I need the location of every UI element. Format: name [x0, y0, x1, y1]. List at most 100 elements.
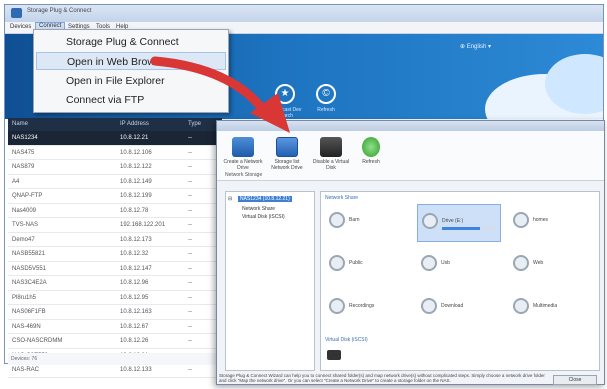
cell-type: -- — [188, 309, 192, 315]
cell-name: Pl8ru1h5 — [12, 294, 37, 301]
table-row[interactable]: NASD5V551 10.8.12.147 -- — [8, 262, 222, 276]
folder-item[interactable]: Recordings — [325, 290, 409, 328]
refresh-icon — [362, 137, 380, 157]
folder-item[interactable]: Drive (E:) — [417, 204, 501, 242]
folder-item[interactable]: Download — [417, 290, 501, 328]
column-header[interactable]: Name — [12, 121, 28, 127]
folder-item[interactable]: Usb — [417, 247, 501, 285]
table-row[interactable]: CSO-NASCRDMM 10.8.12.26 -- — [8, 334, 222, 349]
cell-ip: 10.8.12.95 — [120, 294, 149, 301]
cell-name: NAS-469N — [12, 323, 41, 330]
cell-type: -- — [188, 236, 192, 243]
cell-name: QNAP-FTP — [12, 193, 43, 199]
menu-item-storage-plug-connect[interactable]: Storage Plug & Connect — [36, 33, 226, 51]
cell-name: NASD5V551 — [12, 265, 47, 272]
folder-icon — [513, 255, 529, 271]
tree-node-root[interactable]: NAS1234 (10.8.12.21) — [238, 196, 292, 202]
table-row[interactable]: NAS475 10.8.12.106 -- — [8, 146, 222, 160]
folder-icon — [422, 213, 438, 229]
create-drive-button[interactable]: Create a Network Drive — [223, 137, 263, 171]
cell-type: -- — [188, 265, 192, 272]
tree-node-share[interactable]: Network Share — [242, 206, 275, 212]
disable-disk-button[interactable]: Disable a Virtual Disk — [311, 137, 351, 171]
tree-expander-icon[interactable]: ⊟ — [228, 196, 232, 202]
table-row[interactable]: TVS-NAS 192.168.122.201 -- — [8, 218, 222, 233]
language-label: English — [466, 44, 487, 50]
cell-ip: 10.8.12.78 — [120, 207, 149, 214]
cell-ip: 10.8.12.122 — [120, 164, 152, 170]
cell-name: NAS879 — [12, 164, 35, 170]
folder-name: Public — [349, 260, 363, 266]
cell-ip: 10.8.12.32 — [120, 251, 149, 257]
cell-name: NAS-RAC — [12, 367, 40, 373]
table-row[interactable]: QNAP-FTP 10.8.12.199 -- — [8, 189, 222, 204]
column-header[interactable]: IP Address — [120, 121, 149, 127]
cell-type: -- — [188, 178, 192, 185]
storage-list-button[interactable]: Storage list Network Drive — [267, 137, 307, 171]
cell-type: -- — [188, 207, 192, 214]
folder-item[interactable]: Multimedia — [509, 290, 593, 328]
cell-ip: 10.8.12.147 — [120, 265, 152, 272]
cell-type: -- — [188, 251, 192, 257]
table-row[interactable]: Pl8ru1h5 10.8.12.95 -- — [8, 291, 222, 305]
cell-ip: 10.8.12.67 — [120, 323, 149, 330]
folder-name: Download — [441, 303, 464, 309]
cell-ip: 192.168.122.201 — [120, 222, 166, 228]
folder-item[interactable]: homes — [509, 204, 593, 242]
tree-node-iscsi[interactable]: Virtual Disk (iSCSI) — [242, 214, 285, 220]
cell-type: -- — [188, 294, 192, 301]
toolbar-group-label: Network Storage — [225, 172, 263, 178]
folder-icon — [421, 298, 437, 314]
cell-type: -- — [188, 149, 192, 156]
cell-ip: 10.8.12.133 — [120, 367, 152, 373]
cell-ip: 10.8.12.106 — [120, 149, 152, 156]
folder-name: Web — [533, 260, 544, 266]
iscsi-disk-icon[interactable] — [327, 350, 341, 360]
table-row[interactable]: NAS-RAC 10.8.12.133 -- — [8, 363, 222, 378]
folder-item[interactable]: Barn — [325, 204, 409, 242]
cell-ip: 10.8.12.199 — [120, 193, 152, 199]
toolbar-label: Create a Network Drive — [223, 159, 263, 171]
cell-name: NAS475 — [12, 149, 35, 156]
close-button[interactable]: Close — [553, 375, 597, 385]
folder-name: Drive (E:) — [442, 218, 464, 224]
cell-name: Demo47 — [12, 236, 35, 243]
folder-item[interactable]: Web — [509, 247, 593, 285]
table-row[interactable]: NAS-469N 10.8.12.67 -- — [8, 320, 222, 334]
table-row[interactable]: NAS06F1FB 10.8.12.163 -- — [8, 305, 222, 320]
cell-ip: 10.8.12.21 — [120, 135, 149, 141]
cell-type: -- — [188, 135, 192, 141]
cell-type: -- — [188, 222, 192, 228]
cell-type: -- — [188, 367, 192, 373]
table-row[interactable]: Nas4009 10.8.12.78 -- — [8, 204, 222, 218]
storage-dialog: Create a Network Drive Storage list Netw… — [216, 120, 605, 385]
cell-type: -- — [188, 338, 192, 344]
arrow-shaft — [150, 56, 273, 122]
group-label: Network Share — [325, 195, 359, 201]
folder-icon — [513, 298, 529, 314]
language-selector[interactable]: ⊕ English ▾ — [460, 43, 491, 50]
folder-item[interactable]: Public — [325, 247, 409, 285]
window-title: Storage Plug & Connect — [27, 8, 92, 14]
folder-view: Network Share Barn Drive (E:) homes Public U… — [320, 191, 600, 371]
cell-name: CSO-NASCRDMM — [12, 338, 63, 344]
cell-name: NAS06F1FB — [12, 309, 46, 315]
folder-name: Recordings — [349, 303, 375, 309]
cell-ip: 10.8.12.149 — [120, 178, 152, 185]
refresh-button[interactable]: Refresh — [351, 137, 391, 165]
cell-name: A4 — [12, 178, 20, 185]
table-row[interactable]: NASB55821 10.8.12.32 -- — [8, 247, 222, 262]
table-row[interactable]: Demo47 10.8.12.173 -- — [8, 233, 222, 247]
menu-devices[interactable]: Devices — [7, 24, 34, 30]
table-row[interactable]: NAS3C4E2A 10.8.12.96 -- — [8, 276, 222, 291]
toolbar: Create a Network Drive Storage list Netw… — [217, 131, 604, 181]
cell-ip: 10.8.12.26 — [120, 338, 149, 344]
banner-button-label: Refresh — [317, 107, 335, 113]
usage-bar — [442, 227, 496, 230]
folder-icon — [513, 212, 529, 228]
toolbar-label: Storage list Network Drive — [271, 159, 303, 171]
cell-name: NASB55821 — [12, 251, 46, 257]
refresh-icon[interactable]: © — [316, 84, 336, 104]
table-row[interactable]: NAS879 10.8.12.122 -- — [8, 160, 222, 175]
table-row[interactable]: A4 10.8.12.149 -- — [8, 175, 222, 189]
